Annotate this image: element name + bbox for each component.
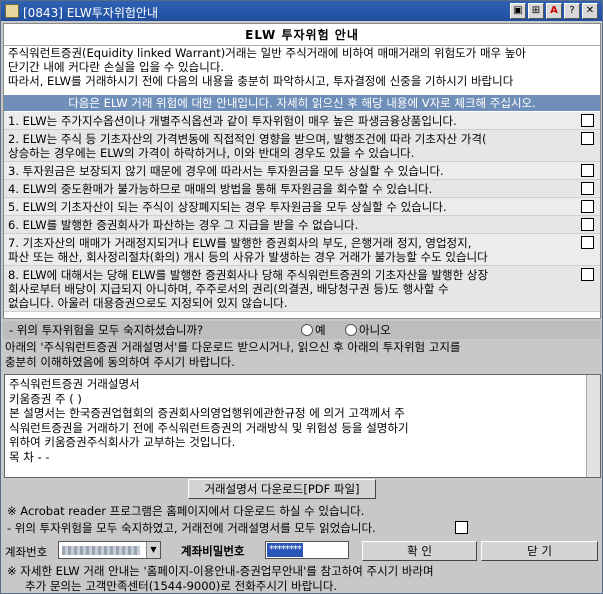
risk-item-text: 8. ELW에 대해서는 당해 ELW를 발행한 증권회사나 당해 주식워런트증… — [8, 268, 489, 282]
risk-item: 1. ELW는 주가지수옵션이나 개별주식옵션과 같이 투자위험이 매우 높은 … — [4, 112, 600, 130]
doc-line: 주식워런트증권 거래설명서 — [9, 377, 140, 391]
ok-button[interactable]: 확 인 — [362, 541, 477, 561]
instruction-banner: 다음은 ELW 거래 위험에 대한 안내입니다. 자세히 읽으신 후 해당 내용… — [4, 95, 600, 111]
doc-line: 목 차 - - — [9, 449, 50, 464]
question-label: - 위의 투자위험을 모두 숙지하셨습니까? — [9, 323, 204, 337]
intro-line: 단기간 내에 커다란 손실을 입을 수 있습니다. — [8, 60, 225, 74]
footer-line: ※ 자세한 ELW 거래 안내는 '홈페이지-이용안내-증권업무안내'를 참고하… — [7, 564, 434, 578]
risk-item-checkbox[interactable] — [581, 164, 594, 177]
doc-line: 키움증권 주 ( ) — [9, 391, 82, 406]
close-icon[interactable]: ✕ — [582, 3, 598, 19]
password-label: 계좌비밀번호 — [181, 544, 245, 558]
risk-item-text: 없습니다. 아울러 대용증권으로도 지정되어 있지 않습니다. — [8, 296, 288, 310]
risk-item: 7. 기초자산의 매매가 거래정지되거나 ELW를 발행한 증권회사의 부도, … — [4, 234, 600, 266]
elw-risk-window: [0843] ELW투자위험안내 ▣ ⊞ A ? ✕ ELW 투자위험 안내 주… — [0, 0, 603, 594]
password-value: ******** — [267, 543, 303, 557]
risk-item-text: 2. ELW는 주식 등 기초자산의 가격변동에 직접적인 영향을 받으며, 발… — [8, 132, 487, 146]
risk-item-text: 1. ELW는 주가지수옵션이나 개별주식옵션과 같이 투자위험이 매우 높은 … — [8, 114, 457, 128]
download-note-line: 충분히 이해하였음에 동의하여 주시기 바랍니다. — [5, 355, 235, 369]
chevron-down-icon[interactable]: ▼ — [146, 542, 160, 558]
risk-item-text: 3. 투자원금은 보장되지 않기 때문에 경우에 따라서는 투자원금을 모두 상… — [8, 164, 444, 178]
risk-item: 6. ELW를 발행한 증권회사가 파산하는 경우 그 지급을 받을 수 없습니… — [4, 216, 600, 234]
link-icon[interactable]: ⊞ — [528, 3, 544, 19]
doc-line: 위하여 키움증권주식회사가 교부하는 것입니다. — [9, 435, 236, 449]
risk-item-text: 5. ELW의 기초자산이 되는 주식이 상장폐지되는 경우 투자원금을 모두 … — [8, 200, 447, 214]
risk-item: 4. ELW의 중도환매가 불가능하므로 매매의 방법을 통해 투자원금을 회수… — [4, 180, 600, 198]
risk-item-text: 파산 또는 해산, 회사정리절차(화의) 개시 등의 사유가 발생하는 경우 거… — [8, 250, 488, 264]
acknowledge-question: - 위의 투자위험을 모두 숙지하셨습니까? 예 아니오 — [3, 321, 601, 339]
confirm-note: - 위의 투자위험을 모두 숙지하였고, 거래전에 거래설명서를 모두 읽었습니… — [7, 521, 376, 535]
download-note-line: 아래의 '주식워런트증권 거래설명서'를 다운로드 받으시거나, 읽으신 후 아… — [5, 340, 461, 354]
risk-item-list: 1. ELW는 주가지수옵션이나 개별주식옵션과 같이 투자위험이 매우 높은 … — [4, 112, 600, 312]
risk-item: 8. ELW에 대해서는 당해 ELW를 발행한 증권회사나 당해 주식워런트증… — [4, 266, 600, 312]
intro-line: 주식워런트증권(Equidity linked Warrant)거래는 일반 주… — [8, 46, 526, 60]
footer-line: 추가 문의는 고객만족센터(1544-9000)로 전화주시기 바랍니다. — [25, 579, 338, 593]
risk-item-text: 회사로부터 배당이 지급되지 아니하며, 주주로서의 권리(의결권, 배당청구권… — [8, 282, 449, 296]
risk-item-text: 7. 기초자산의 매매가 거래정지되거나 ELW를 발행한 증권회사의 부도, … — [8, 236, 472, 250]
risk-item-checkbox[interactable] — [581, 182, 594, 195]
help-icon[interactable]: ? — [564, 3, 580, 19]
download-note: 아래의 '주식워런트증권 거래설명서'를 다운로드 받으시거나, 읽으신 후 아… — [5, 340, 599, 370]
risk-item-checkbox[interactable] — [581, 132, 594, 145]
risk-item-checkbox[interactable] — [581, 236, 594, 249]
password-input[interactable]: ******** — [265, 541, 349, 559]
masked-account-number — [62, 546, 140, 555]
risk-item-text: 상승하는 경우에는 ELW의 가격이 하락하거나, 이와 반대의 경우도 있을 … — [8, 146, 415, 160]
doc-line: 본 설명서는 한국증권업협회의 증권회사의영업행위에관한규정 에 의거 고객께서… — [9, 406, 405, 420]
scrollbar[interactable] — [586, 375, 600, 477]
intro-line: 따라서, ELW를 거래하시기 전에 다음의 내용을 충분히 파악하시고, 투자… — [8, 74, 514, 88]
acrobat-note: ※ Acrobat reader 프로그램은 홈페이지에서 다운로드 하실 수 … — [7, 504, 365, 518]
account-select[interactable]: ▼ — [58, 541, 161, 559]
risk-item: 5. ELW의 기초자산이 되는 주식이 상장폐지되는 경우 투자원금을 모두 … — [4, 198, 600, 216]
risk-item-checkbox[interactable] — [581, 200, 594, 213]
no-label[interactable]: 아니오 — [359, 321, 391, 339]
risk-item-checkbox[interactable] — [581, 218, 594, 231]
title-buttons: ▣ ⊞ A ? ✕ — [510, 3, 598, 19]
doc-line: 식워런트증권을 거래하기 전에 주식워런트증권의 거래방식 및 위험성 등을 설… — [9, 420, 409, 435]
title-bar: [0843] ELW투자위험안내 ▣ ⊞ A ? ✕ — [1, 1, 602, 21]
app-icon — [5, 4, 19, 18]
close-button[interactable]: 닫 기 — [481, 541, 598, 561]
risk-item: 3. 투자원금은 보장되지 않기 때문에 경우에 따라서는 투자원금을 모두 상… — [4, 162, 600, 180]
risk-item-text: 4. ELW의 중도환매가 불가능하므로 매매의 방법을 통해 투자원금을 회수… — [8, 182, 433, 196]
risk-item: 2. ELW는 주식 등 기초자산의 가격변동에 직접적인 영향을 받으며, 발… — [4, 130, 600, 162]
notice-heading: ELW 투자위험 안내 — [4, 24, 600, 46]
window-title: [0843] ELW투자위험안내 — [23, 6, 158, 20]
notice-panel: ELW 투자위험 안내 주식워런트증권(Equidity linked Warr… — [3, 23, 601, 319]
confirm-checkbox[interactable] — [455, 521, 468, 534]
yes-label[interactable]: 예 — [315, 321, 326, 339]
risk-item-checkbox[interactable] — [581, 114, 594, 127]
no-radio[interactable] — [345, 324, 357, 336]
risk-item-checkbox[interactable] — [581, 268, 594, 281]
yes-radio[interactable] — [301, 324, 313, 336]
snapshot-icon[interactable]: ▣ — [510, 3, 526, 19]
download-pdf-button[interactable]: 거래설명서 다운로드[PDF 파일] — [188, 479, 376, 499]
prospectus-textarea[interactable]: 주식워런트증권 거래설명서 키움증권 주 ( ) 본 설명서는 한국증권업협회의… — [4, 374, 601, 478]
notice-intro: 주식워런트증권(Equidity linked Warrant)거래는 일반 주… — [8, 46, 598, 88]
account-label: 계좌번호 — [5, 545, 48, 559]
font-icon[interactable]: A — [546, 3, 562, 19]
risk-item-text: 6. ELW를 발행한 증권회사가 파산하는 경우 그 지급을 받을 수 없습니… — [8, 218, 359, 232]
